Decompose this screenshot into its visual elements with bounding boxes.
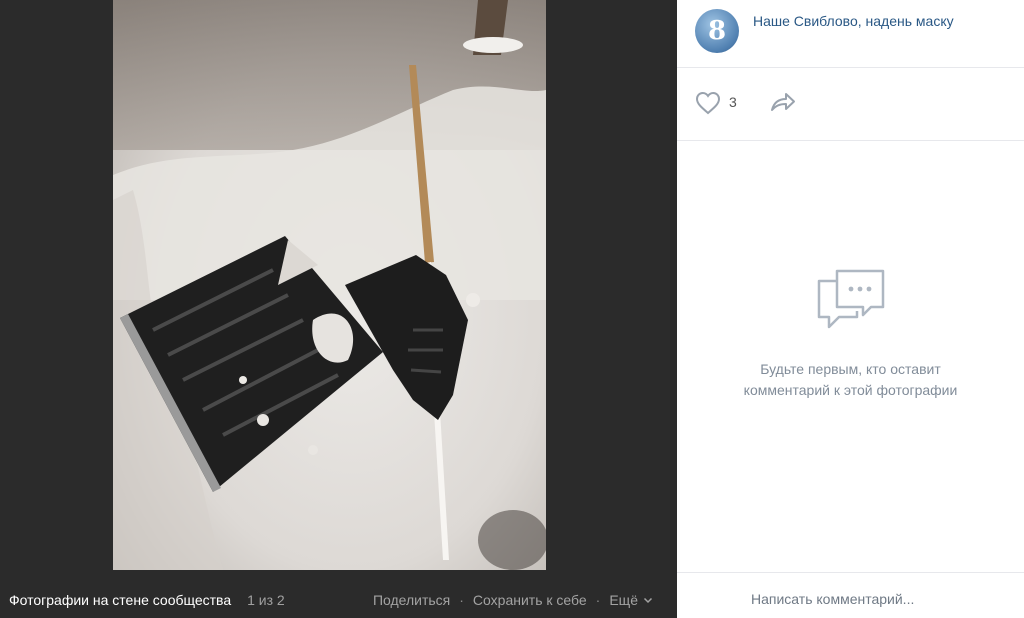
save-to-album-link[interactable]: Сохранить к себе — [473, 592, 587, 608]
chevron-down-icon — [643, 597, 653, 603]
avatar-letter: 8 — [707, 16, 727, 46]
reactions-row: 3 — [677, 68, 1024, 141]
viewer-actions: Поделиться · Сохранить к себе · Ещё — [373, 592, 653, 608]
photo-viewer: Фотографии на стене сообщества 1 из 2 По… — [0, 0, 677, 618]
empty-comments-message: Будьте первым, кто оставит комментарий к… — [677, 359, 1024, 401]
like-count: 3 — [729, 94, 737, 110]
empty-message-line-2: комментарий к этой фотографии — [743, 382, 958, 398]
heart-icon[interactable] — [695, 91, 721, 115]
photo[interactable] — [113, 0, 546, 570]
more-label: Ещё — [609, 591, 638, 608]
snow-shovels-photo — [113, 0, 546, 570]
separator: · — [459, 591, 464, 608]
avatar[interactable]: 8 — [695, 9, 739, 53]
empty-comments-state: Будьте первым, кто оставит комментарий к… — [677, 265, 1024, 401]
more-menu-button[interactable]: Ещё — [609, 592, 653, 608]
group-name-link[interactable]: Наше Свиблово, надень маску — [753, 13, 954, 29]
comment-composer[interactable]: Написать комментарий... — [677, 572, 1024, 618]
viewer-bottom-bar: Фотографии на стене сообщества 1 из 2 По… — [0, 581, 677, 618]
chat-bubble-icon — [817, 269, 884, 329]
photo-side-panel: 8 Наше Свиблово, надень маску 3 Будьте п… — [677, 0, 1024, 618]
empty-message-line-1: Будьте первым, кто оставит — [760, 361, 941, 377]
album-title[interactable]: Фотографии на стене сообщества — [9, 592, 231, 608]
author-header: 8 Наше Свиблово, надень маску — [677, 0, 1024, 68]
share-link[interactable]: Поделиться — [373, 592, 450, 608]
photo-counter: 1 из 2 — [247, 591, 285, 608]
share-arrow-icon[interactable] — [769, 90, 797, 114]
comment-input-placeholder[interactable]: Написать комментарий... — [751, 591, 914, 607]
separator: · — [595, 591, 601, 608]
photo-viewer-window: Фотографии на стене сообщества 1 из 2 По… — [0, 0, 1024, 618]
